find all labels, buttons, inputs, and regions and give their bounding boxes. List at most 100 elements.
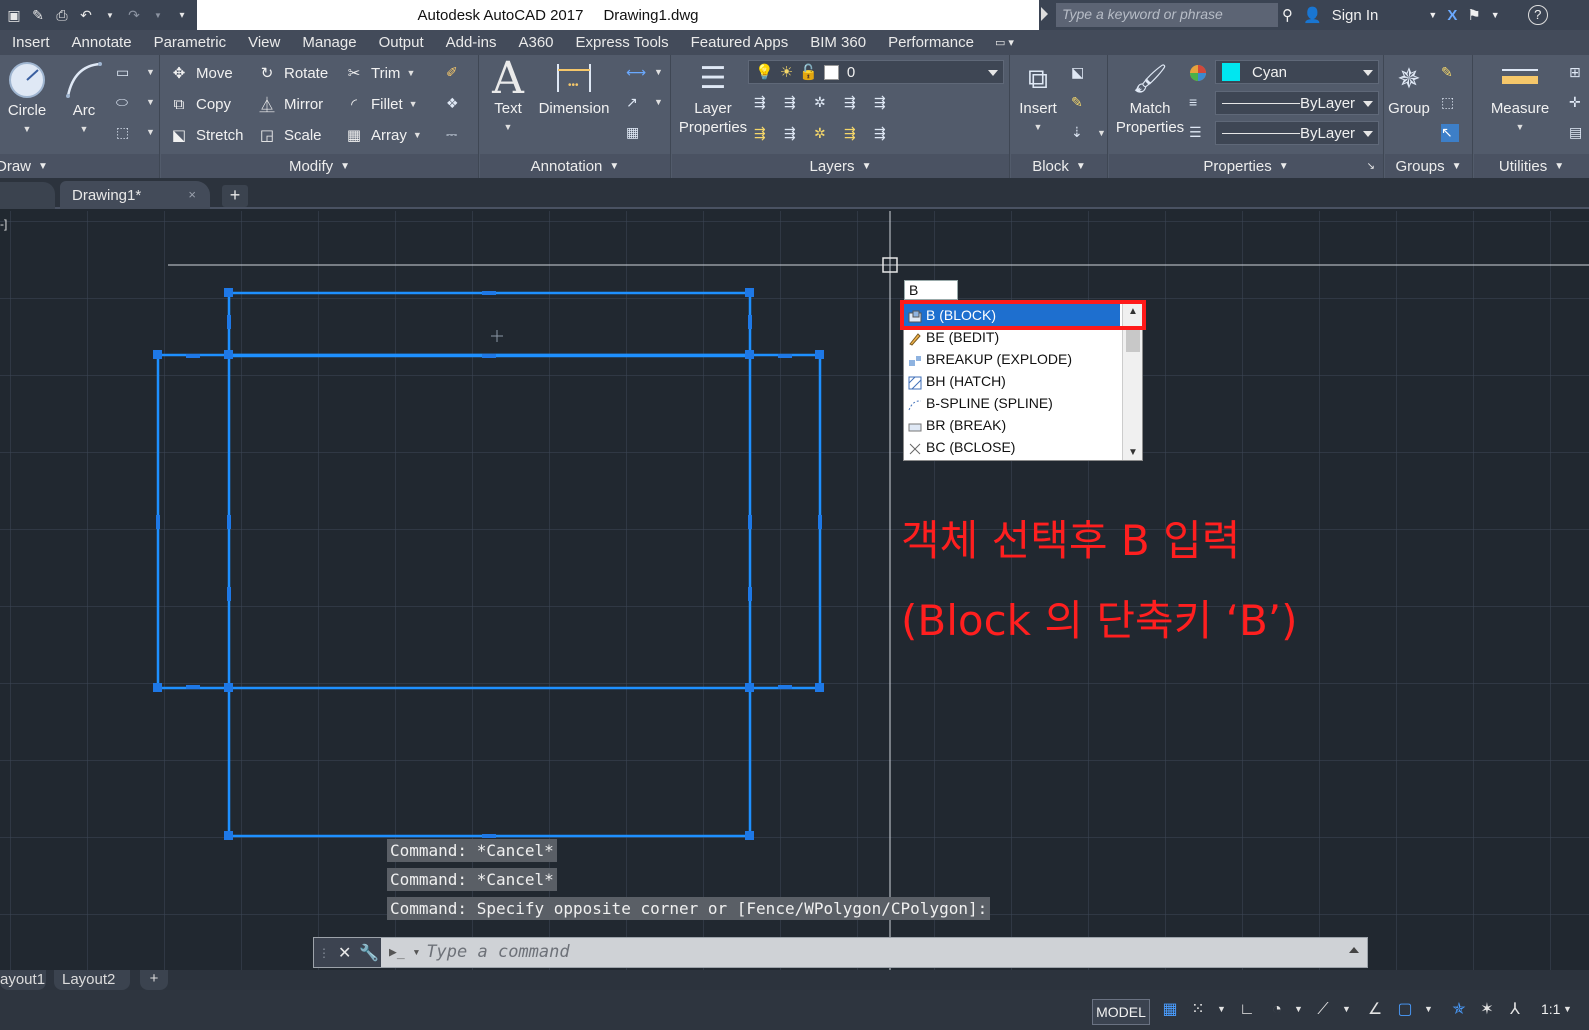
prompt-icon[interactable]: ▶_ ▾ — [389, 945, 420, 960]
tab-featured-apps[interactable]: Featured Apps — [680, 34, 800, 51]
edit-block-icon[interactable]: ✎ — [1071, 94, 1089, 112]
group-button[interactable]: ✵ Group — [1387, 57, 1431, 118]
insert-button[interactable]: ⧉ Insert ▼ — [1015, 57, 1061, 137]
panel-groups-title[interactable]: Groups ▼ — [1385, 154, 1472, 178]
tab-manage[interactable]: Manage — [291, 34, 367, 51]
grid-icon[interactable]: ▦ — [1161, 1001, 1179, 1019]
group-edit-icon[interactable]: ⬚ — [1441, 94, 1459, 112]
create-block-icon[interactable]: ⬕ — [1071, 64, 1089, 82]
annotation-scale-value[interactable]: 1:1 — [1541, 1001, 1560, 1017]
copy-button[interactable]: ⧉ Copy — [169, 94, 231, 114]
backrest-rect[interactable] — [227, 291, 752, 358]
exchange-icon[interactable]: X — [1447, 7, 1457, 24]
fillet-button[interactable]: ◜ Fillet ▼ — [344, 94, 418, 114]
command-prompt[interactable]: ▶_ ▾ Type a command — [389, 942, 570, 962]
model-space-button[interactable]: MODEL — [1092, 999, 1150, 1025]
ortho-icon[interactable]: ∟ — [1238, 1001, 1256, 1019]
layer-tool-icon[interactable]: ⇶ — [874, 94, 892, 112]
a360-icon[interactable]: ⚑ — [1467, 6, 1480, 24]
id-point-icon[interactable]: ✛ — [1569, 94, 1587, 112]
autocomplete-item[interactable]: BC (BCLOSE) — [904, 436, 1120, 458]
new-layout-button[interactable]: + — [140, 970, 168, 990]
arc-button[interactable]: Arc ▼ — [62, 59, 106, 139]
panel-utilities-title[interactable]: Utilities ▼ — [1474, 154, 1589, 178]
calculator-icon[interactable]: ▤ — [1569, 124, 1587, 142]
start-tab[interactable] — [0, 182, 55, 209]
layer-tool-icon[interactable]: ⇶ — [754, 125, 772, 143]
command-history-toggle-icon[interactable] — [1349, 947, 1359, 953]
array-button[interactable]: ▦ Array ▼ — [344, 125, 422, 145]
match-properties-button[interactable]: 🖌 Match Properties — [1113, 57, 1187, 137]
panel-draw-title[interactable]: Draw ▼ — [0, 154, 159, 178]
move-button[interactable]: ✥ Move — [169, 63, 233, 83]
snap-icon[interactable]: ⁙ — [1189, 1001, 1207, 1019]
tab-performance[interactable]: Performance — [877, 34, 985, 51]
annotation-scale-icon[interactable]: ⅄ — [1506, 1001, 1524, 1019]
lineweight-dropdown[interactable]: ByLayer — [1215, 121, 1379, 145]
command-input[interactable]: Type a command — [426, 942, 569, 962]
wrench-icon[interactable]: 🔧 — [359, 943, 379, 963]
binoculars-icon[interactable]: ⚲ — [1282, 6, 1293, 24]
annotation-visibility-icon[interactable]: ✯ — [1450, 1001, 1468, 1019]
tab-annotate[interactable]: Annotate — [61, 34, 143, 51]
tab-output[interactable]: Output — [368, 34, 435, 51]
layer-tool-icon[interactable]: ✲ — [814, 125, 832, 143]
ungroup-icon[interactable]: ✎ — [1441, 64, 1459, 82]
close-icon[interactable]: × — [188, 187, 196, 202]
layer-dropdown[interactable]: 💡 ☀ 🔓 0 — [748, 60, 1004, 84]
customize-qat-icon[interactable]: ▾ — [172, 5, 192, 25]
tab-insert[interactable]: Insert — [0, 34, 61, 51]
mirror-button[interactable]: ⏅ Mirror — [257, 94, 323, 114]
layer-tool-icon[interactable]: ⇶ — [784, 125, 802, 143]
explode-icon[interactable]: ❖ — [446, 95, 464, 113]
panel-properties-title[interactable]: Properties ▼ ↘ — [1109, 154, 1383, 178]
save-as-icon[interactable]: ✎ — [28, 5, 48, 25]
layer-tool-icon[interactable]: ⇶ — [784, 94, 802, 112]
search-expand-icon[interactable] — [1041, 7, 1048, 21]
hatch-icon[interactable]: ⬭ — [116, 94, 134, 112]
quick-select-icon[interactable]: ⊞ — [1569, 64, 1587, 82]
object-snap-tracking-icon[interactable]: ∠ — [1366, 1001, 1384, 1019]
polar-icon[interactable]: ◔ — [1268, 1001, 1286, 1019]
dynamic-input-field[interactable]: B — [904, 280, 958, 300]
autocomplete-item[interactable]: B-SPLINE (SPLINE) — [904, 392, 1120, 414]
panel-modify-title[interactable]: Modify ▼ — [161, 154, 478, 178]
linetype-icon[interactable]: ☰ — [1189, 124, 1207, 142]
text-button[interactable]: A Text ▼ — [486, 56, 530, 137]
tab-bim-360[interactable]: BIM 360 — [799, 34, 877, 51]
isodraft-icon[interactable]: ⟋ — [1314, 1001, 1332, 1019]
layer-tool-icon[interactable]: ⇶ — [754, 94, 772, 112]
a360-dropdown-icon[interactable]: ▼ — [1491, 10, 1500, 20]
table-icon[interactable]: ▦ — [626, 124, 644, 142]
plot-icon[interactable]: ⎙ — [52, 5, 72, 25]
redo-dropdown-icon[interactable]: ▼ — [148, 5, 168, 25]
ribbon-minimize-icon[interactable]: ▭ ▾ — [995, 36, 1014, 49]
measure-button[interactable]: Measure ▼ — [1480, 57, 1560, 137]
panel-annotation-title[interactable]: Annotation ▼ — [480, 154, 670, 178]
layer-tool-icon[interactable]: ✲ — [814, 94, 832, 112]
drawing-canvas[interactable]: -] B B (BLOCK) BE (BEDIT) BREAKUP (EXPLO… — [0, 211, 1589, 970]
color-dropdown[interactable]: Cyan — [1215, 60, 1379, 84]
midpoint-grips[interactable] — [156, 291, 822, 838]
grips[interactable] — [153, 288, 824, 840]
redo-icon[interactable]: ↷ — [124, 5, 144, 25]
autocomplete-item[interactable]: BH (HATCH) — [904, 370, 1120, 392]
erase-icon[interactable]: ✐ — [446, 64, 464, 82]
panel-block-title[interactable]: Block ▼ — [1011, 154, 1107, 178]
layer-tool-icon[interactable]: ⇶ — [844, 125, 862, 143]
layer-tool-icon[interactable]: ⇶ — [874, 125, 892, 143]
tab-layout1[interactable]: ayout1 — [0, 970, 46, 990]
panel-layers-title[interactable]: Layers ▼ — [672, 154, 1009, 178]
color-wheel-icon[interactable] — [1189, 64, 1207, 82]
user-icon[interactable]: 👤 — [1303, 6, 1322, 24]
autocomplete-item[interactable]: BREAKUP (EXPLODE) — [904, 348, 1120, 370]
undo-dropdown-icon[interactable]: ▼ — [100, 5, 120, 25]
linear-dimension-icon[interactable]: ⟷ — [626, 64, 646, 82]
group-selection-icon[interactable]: ↖ — [1441, 124, 1459, 142]
offset-icon[interactable]: ⎓ — [446, 126, 464, 144]
close-icon[interactable]: ✕ — [338, 943, 351, 963]
tab-add-ins[interactable]: Add-ins — [435, 34, 508, 51]
auto-scale-icon[interactable]: ✶ — [1478, 1001, 1496, 1019]
dimension-button[interactable]: ••• Dimension — [536, 57, 612, 118]
arms-rect[interactable] — [156, 353, 822, 690]
